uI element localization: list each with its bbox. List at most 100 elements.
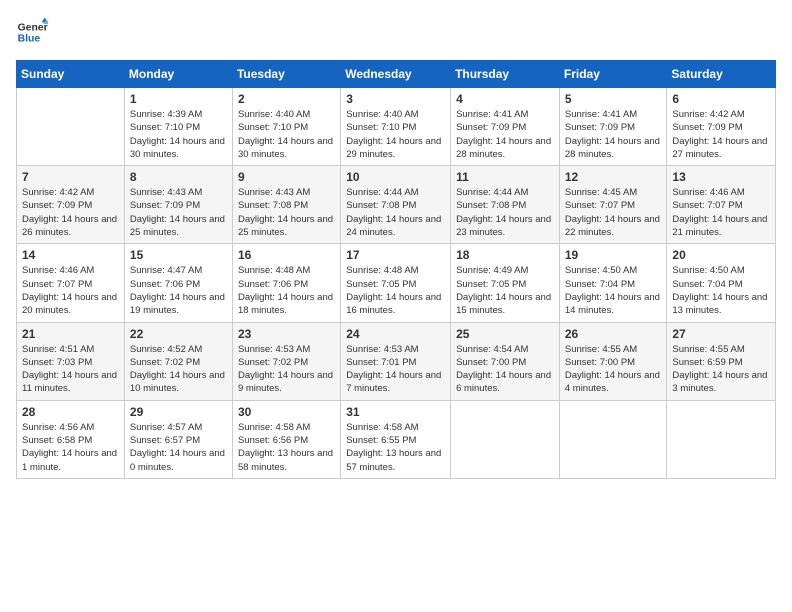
column-header-friday: Friday [559, 61, 667, 88]
day-number: 15 [130, 248, 227, 262]
calendar-cell: 9 Sunrise: 4:43 AMSunset: 7:08 PMDaylight… [232, 166, 340, 244]
day-number: 18 [456, 248, 554, 262]
day-info: Sunrise: 4:46 AMSunset: 7:07 PMDaylight:… [22, 264, 119, 317]
day-number: 14 [22, 248, 119, 262]
day-info: Sunrise: 4:51 AMSunset: 7:03 PMDaylight:… [22, 343, 119, 396]
day-info: Sunrise: 4:55 AMSunset: 7:00 PMDaylight:… [565, 343, 662, 396]
day-number: 12 [565, 170, 662, 184]
calendar-cell: 20Sunrise: 4:50 AMSunset: 7:04 PMDayligh… [667, 244, 776, 322]
day-number: 5 [565, 92, 662, 106]
day-info: Sunrise: 4:43 AMSunset: 7:08 PMDaylight:… [238, 186, 335, 239]
svg-text:Blue: Blue [18, 34, 41, 45]
day-info: Sunrise: 4:44 AMSunset: 7:08 PMDaylight:… [346, 186, 445, 239]
day-number: 26 [565, 327, 662, 341]
day-number: 27 [672, 327, 770, 341]
day-number: 31 [346, 405, 445, 419]
column-header-monday: Monday [124, 61, 232, 88]
calendar-cell: 7 Sunrise: 4:42 AMSunset: 7:09 PMDaylight… [17, 166, 125, 244]
calendar-cell: 17 Sunrise: 4:48 AMSunset: 7:05 PMDayligh… [341, 244, 451, 322]
calendar-cell: 22 Sunrise: 4:52 AMSunset: 7:02 PMDayligh… [124, 322, 232, 400]
day-info: Sunrise: 4:53 AMSunset: 7:01 PMDaylight:… [346, 343, 445, 396]
day-number: 7 [22, 170, 119, 184]
calendar-cell: 25 Sunrise: 4:54 AMSunset: 7:00 PMDayligh… [451, 322, 560, 400]
day-info: Sunrise: 4:41 AMSunset: 7:09 PMDaylight:… [456, 108, 554, 161]
day-info: Sunrise: 4:52 AMSunset: 7:02 PMDaylight:… [130, 343, 227, 396]
day-number: 8 [130, 170, 227, 184]
day-number: 11 [456, 170, 554, 184]
day-info: Sunrise: 4:48 AMSunset: 7:06 PMDaylight:… [238, 264, 335, 317]
day-info: Sunrise: 4:50 AMSunset: 7:04 PMDaylight:… [565, 264, 662, 317]
week-row-5: 28Sunrise: 4:56 AMSunset: 6:58 PMDayligh… [17, 400, 776, 478]
day-number: 25 [456, 327, 554, 341]
day-number: 3 [346, 92, 445, 106]
calendar-cell: 13 Sunrise: 4:46 AMSunset: 7:07 PMDayligh… [667, 166, 776, 244]
day-info: Sunrise: 4:48 AMSunset: 7:05 PMDaylight:… [346, 264, 445, 317]
calendar-cell: 24 Sunrise: 4:53 AMSunset: 7:01 PMDayligh… [341, 322, 451, 400]
day-number: 9 [238, 170, 335, 184]
calendar-cell: 31 Sunrise: 4:58 AMSunset: 6:55 PMDayligh… [341, 400, 451, 478]
day-info: Sunrise: 4:47 AMSunset: 7:06 PMDaylight:… [130, 264, 227, 317]
day-number: 28 [22, 405, 119, 419]
day-number: 29 [130, 405, 227, 419]
day-info: Sunrise: 4:40 AMSunset: 7:10 PMDaylight:… [238, 108, 335, 161]
calendar-cell: 27 Sunrise: 4:55 AMSunset: 6:59 PMDayligh… [667, 322, 776, 400]
day-info: Sunrise: 4:50 AMSunset: 7:04 PMDaylight:… [672, 264, 770, 317]
calendar-cell: 2 Sunrise: 4:40 AMSunset: 7:10 PMDaylight… [232, 88, 340, 166]
column-header-thursday: Thursday [451, 61, 560, 88]
calendar-cell [451, 400, 560, 478]
logo: General Blue [16, 16, 48, 48]
column-header-wednesday: Wednesday [341, 61, 451, 88]
day-number: 19 [565, 248, 662, 262]
calendar-cell: 6 Sunrise: 4:42 AMSunset: 7:09 PMDaylight… [667, 88, 776, 166]
day-number: 6 [672, 92, 770, 106]
day-info: Sunrise: 4:58 AMSunset: 6:56 PMDaylight:… [238, 421, 335, 474]
calendar-cell: 8 Sunrise: 4:43 AMSunset: 7:09 PMDaylight… [124, 166, 232, 244]
header-row: SundayMondayTuesdayWednesdayThursdayFrid… [17, 61, 776, 88]
day-info: Sunrise: 4:54 AMSunset: 7:00 PMDaylight:… [456, 343, 554, 396]
calendar-cell: 14 Sunrise: 4:46 AMSunset: 7:07 PMDayligh… [17, 244, 125, 322]
column-header-tuesday: Tuesday [232, 61, 340, 88]
day-info: Sunrise: 4:40 AMSunset: 7:10 PMDaylight:… [346, 108, 445, 161]
calendar-cell: 11Sunrise: 4:44 AMSunset: 7:08 PMDayligh… [451, 166, 560, 244]
day-info: Sunrise: 4:43 AMSunset: 7:09 PMDaylight:… [130, 186, 227, 239]
day-info: Sunrise: 4:39 AMSunset: 7:10 PMDaylight:… [130, 108, 227, 161]
week-row-1: 1 Sunrise: 4:39 AMSunset: 7:10 PMDaylight… [17, 88, 776, 166]
calendar-cell: 21 Sunrise: 4:51 AMSunset: 7:03 PMDayligh… [17, 322, 125, 400]
day-number: 23 [238, 327, 335, 341]
calendar-cell [667, 400, 776, 478]
day-number: 16 [238, 248, 335, 262]
day-info: Sunrise: 4:42 AMSunset: 7:09 PMDaylight:… [672, 108, 770, 161]
day-info: Sunrise: 4:58 AMSunset: 6:55 PMDaylight:… [346, 421, 445, 474]
page-header: General Blue [16, 16, 776, 48]
day-info: Sunrise: 4:41 AMSunset: 7:09 PMDaylight:… [565, 108, 662, 161]
day-info: Sunrise: 4:55 AMSunset: 6:59 PMDaylight:… [672, 343, 770, 396]
week-row-2: 7 Sunrise: 4:42 AMSunset: 7:09 PMDaylight… [17, 166, 776, 244]
day-number: 17 [346, 248, 445, 262]
week-row-3: 14 Sunrise: 4:46 AMSunset: 7:07 PMDayligh… [17, 244, 776, 322]
calendar-cell [559, 400, 667, 478]
day-number: 24 [346, 327, 445, 341]
calendar-cell: 4 Sunrise: 4:41 AMSunset: 7:09 PMDaylight… [451, 88, 560, 166]
day-info: Sunrise: 4:53 AMSunset: 7:02 PMDaylight:… [238, 343, 335, 396]
calendar-cell: 16 Sunrise: 4:48 AMSunset: 7:06 PMDayligh… [232, 244, 340, 322]
column-header-sunday: Sunday [17, 61, 125, 88]
day-number: 22 [130, 327, 227, 341]
calendar-cell: 26 Sunrise: 4:55 AMSunset: 7:00 PMDayligh… [559, 322, 667, 400]
calendar-table: SundayMondayTuesdayWednesdayThursdayFrid… [16, 60, 776, 479]
day-info: Sunrise: 4:42 AMSunset: 7:09 PMDaylight:… [22, 186, 119, 239]
calendar-cell: 30 Sunrise: 4:58 AMSunset: 6:56 PMDayligh… [232, 400, 340, 478]
day-number: 1 [130, 92, 227, 106]
day-number: 13 [672, 170, 770, 184]
day-number: 21 [22, 327, 119, 341]
calendar-cell: 23 Sunrise: 4:53 AMSunset: 7:02 PMDayligh… [232, 322, 340, 400]
calendar-cell: 15 Sunrise: 4:47 AMSunset: 7:06 PMDayligh… [124, 244, 232, 322]
column-header-saturday: Saturday [667, 61, 776, 88]
day-number: 4 [456, 92, 554, 106]
day-number: 10 [346, 170, 445, 184]
calendar-cell: 3 Sunrise: 4:40 AMSunset: 7:10 PMDaylight… [341, 88, 451, 166]
calendar-cell: 19 Sunrise: 4:50 AMSunset: 7:04 PMDayligh… [559, 244, 667, 322]
day-info: Sunrise: 4:46 AMSunset: 7:07 PMDaylight:… [672, 186, 770, 239]
day-number: 2 [238, 92, 335, 106]
calendar-cell: 10 Sunrise: 4:44 AMSunset: 7:08 PMDayligh… [341, 166, 451, 244]
day-number: 30 [238, 405, 335, 419]
